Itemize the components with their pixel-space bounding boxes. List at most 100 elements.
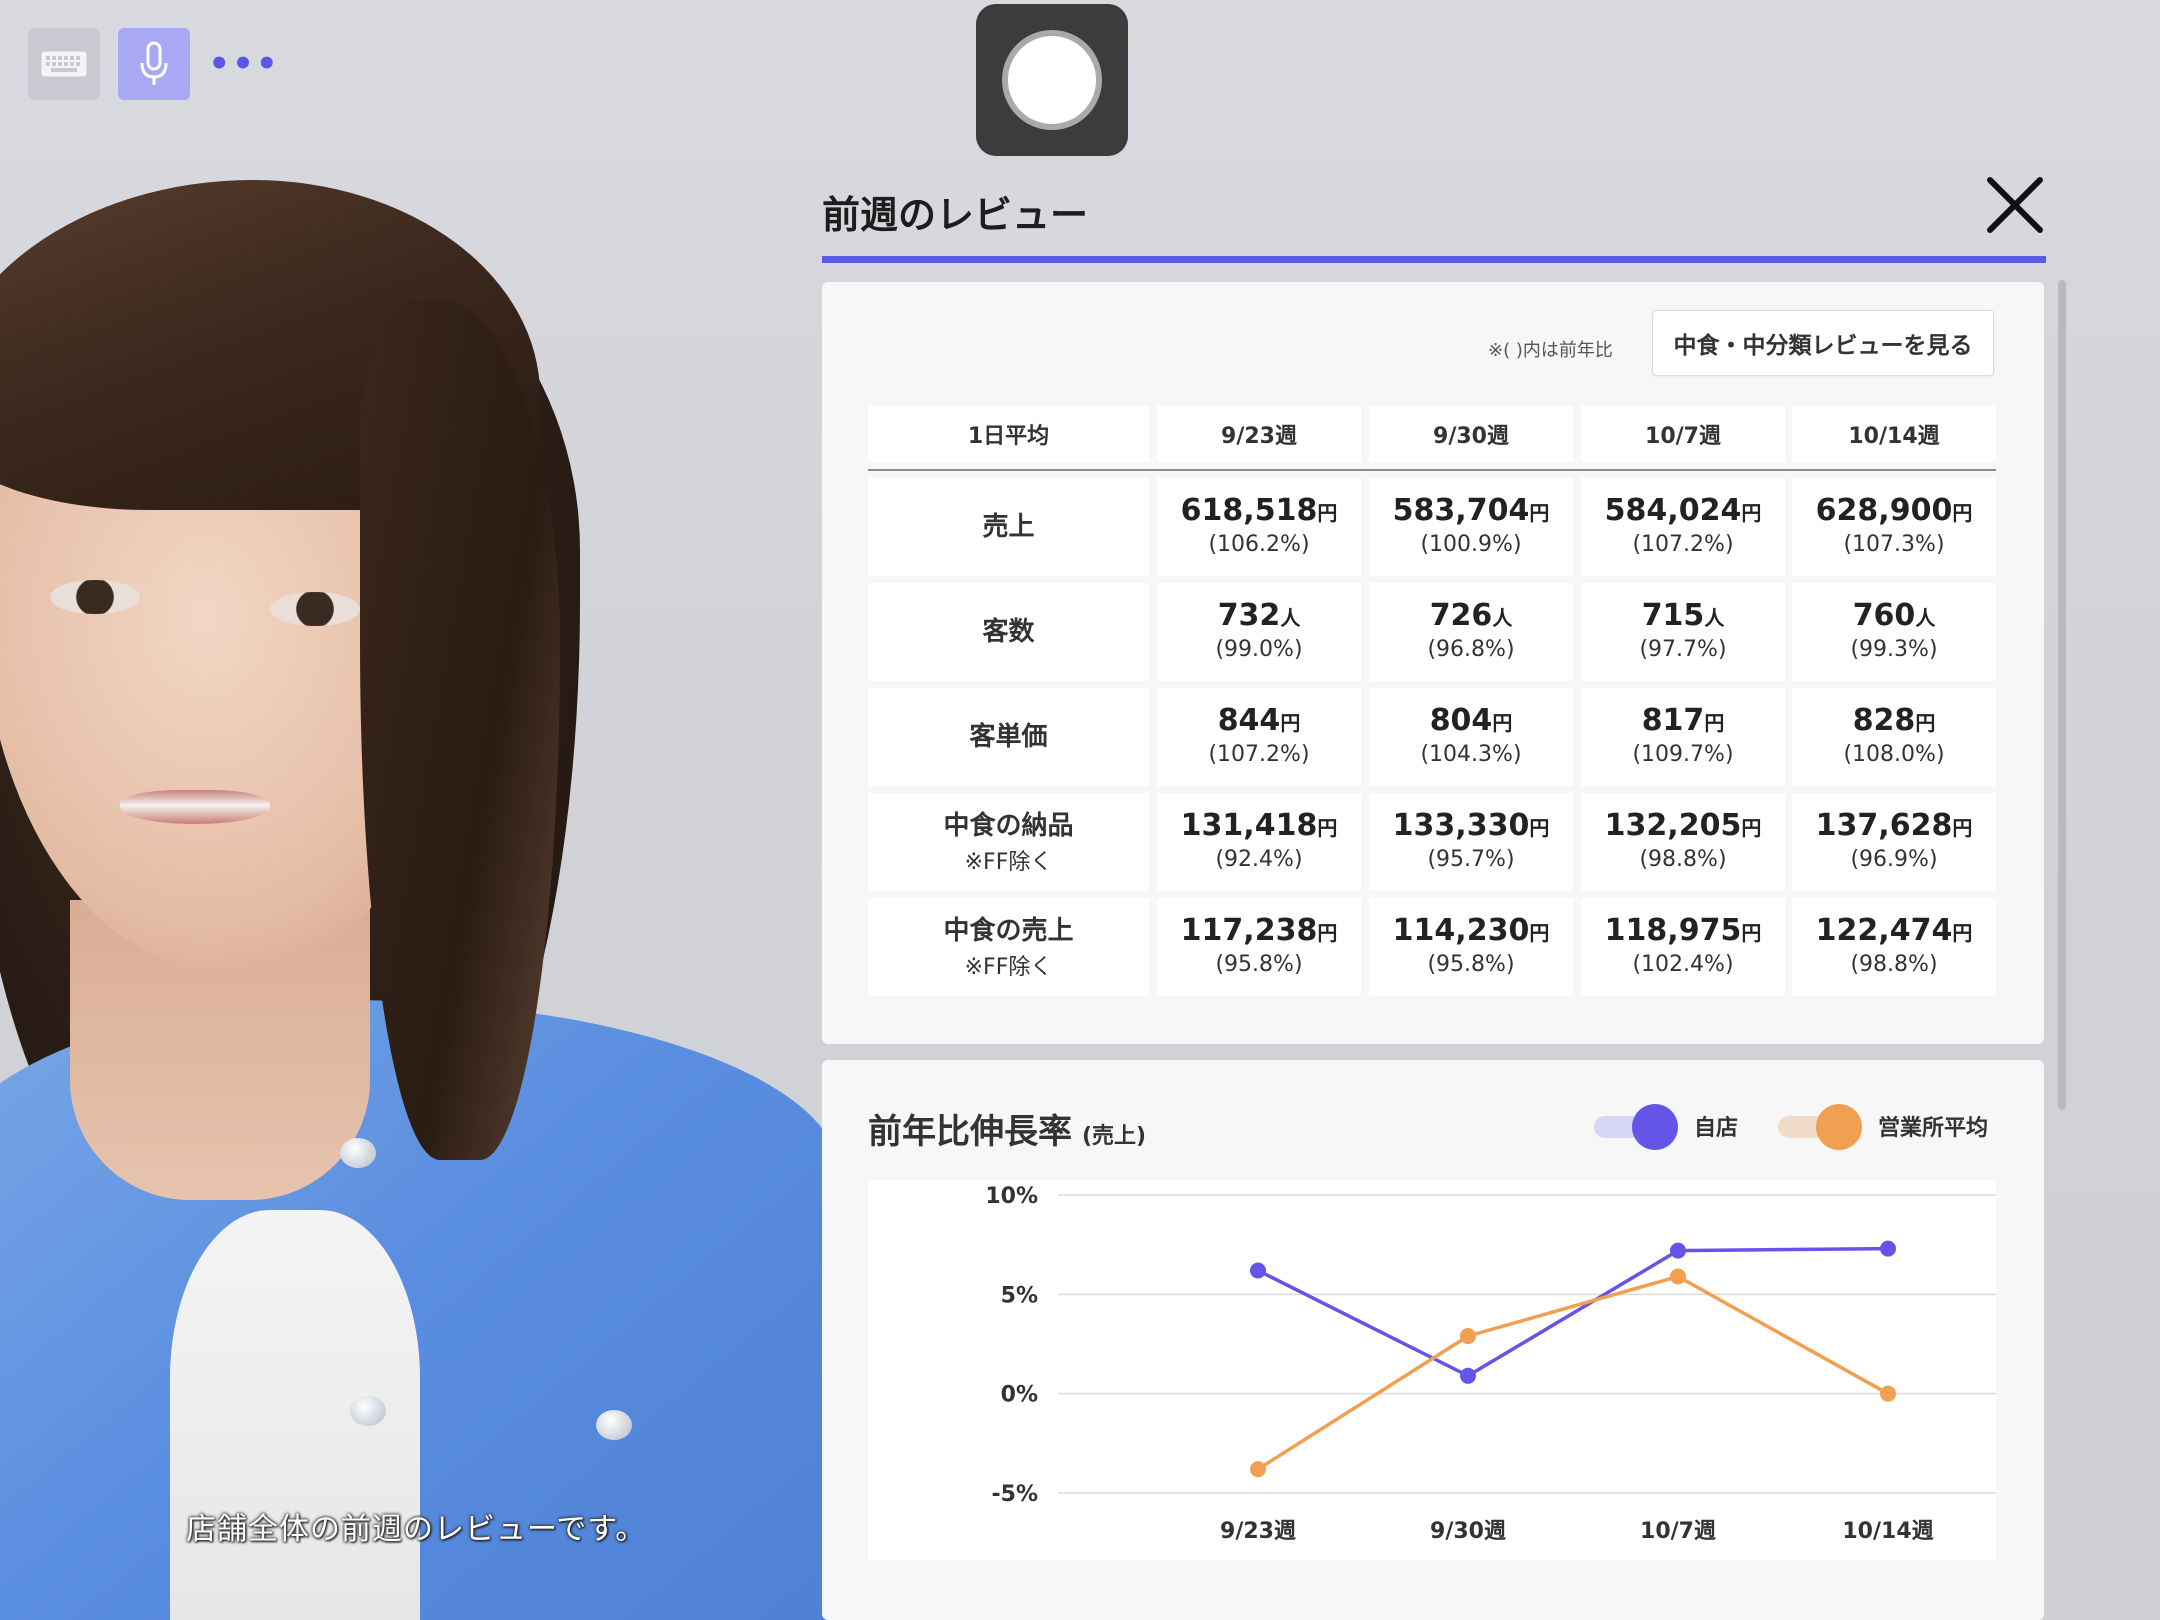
chart-title: 前年比伸長率 (売上)	[868, 1104, 1146, 1153]
value-number: 131,418	[1180, 808, 1318, 843]
value-line: 628,900円	[1816, 493, 1973, 529]
value-number: 726	[1429, 598, 1493, 633]
value-unit: 人	[1492, 606, 1513, 630]
value-number: 584,024	[1604, 493, 1742, 528]
value-number: 715	[1641, 598, 1705, 633]
x-tick-label: 9/30週	[1430, 1519, 1506, 1544]
microphone-icon	[140, 41, 168, 85]
value-cell: 583,704円 (100.9%)	[1369, 478, 1573, 576]
row-label-cell: 中食の売上 ※FF除く	[868, 898, 1149, 996]
column-header: 9/23週	[1157, 406, 1361, 462]
keyboard-button[interactable]	[28, 28, 100, 100]
record-icon	[1002, 30, 1102, 130]
value-unit: 円	[1952, 501, 1973, 525]
chart-title-text: 前年比伸長率	[868, 1112, 1072, 1152]
close-icon	[1987, 177, 2043, 233]
value-number: 828	[1852, 703, 1916, 738]
avatar-left-eye	[50, 580, 140, 614]
year-over-year-ratio: (104.3%)	[1420, 742, 1522, 767]
value-line: 726人	[1430, 598, 1513, 634]
value-cell: 726人 (96.8%)	[1369, 583, 1573, 681]
value-unit: 円	[1952, 816, 1973, 840]
subcategory-review-button[interactable]: 中食・中分類レビューを見る	[1652, 310, 1994, 376]
column-header-label: 9/30週	[1433, 424, 1509, 449]
value-number: 117,238	[1180, 913, 1318, 948]
value-cell: 618,518円 (106.2%)	[1157, 478, 1361, 576]
value-line: 732人	[1218, 598, 1301, 634]
row-label-cell: 中食の納品 ※FF除く	[868, 793, 1149, 891]
jacket-button	[340, 1138, 376, 1168]
year-over-year-ratio: (96.8%)	[1427, 637, 1515, 662]
y-tick-label: -5%	[992, 1482, 1038, 1507]
jacket-button	[350, 1396, 386, 1426]
year-over-year-ratio: (95.8%)	[1215, 952, 1303, 977]
weekly-review-card: ※( )内は前年比 中食・中分類レビューを見る 1日平均 9/23週 9/30週 10…	[822, 282, 2044, 1044]
corner-header-label: 1日平均	[967, 424, 1050, 449]
chart-plot: 10% 5% 0% -5% 9/23週 9/30週 10/7週 10/14週	[868, 1180, 1996, 1560]
year-over-year-ratio: (107.3%)	[1843, 532, 1945, 557]
record-button[interactable]	[976, 4, 1128, 156]
year-over-year-ratio: (106.2%)	[1208, 532, 1310, 557]
column-header: 10/14週	[1792, 406, 1996, 462]
panel-title: 前週のレビュー	[822, 193, 1089, 237]
x-tick-label: 10/14週	[1842, 1519, 1933, 1544]
value-unit: 円	[1280, 711, 1301, 735]
year-over-year-ratio: (109.7%)	[1632, 742, 1734, 767]
office-average-toggle[interactable]	[1778, 1104, 1862, 1150]
value-number: 132,205	[1604, 808, 1742, 843]
year-over-year-ratio: (108.0%)	[1843, 742, 1945, 767]
value-unit: 円	[1317, 921, 1338, 945]
year-over-year-ratio: (97.7%)	[1639, 637, 1727, 662]
year-over-year-ratio: (96.9%)	[1850, 847, 1938, 872]
value-unit: 円	[1741, 921, 1762, 945]
avatar-mouth	[120, 790, 270, 824]
value-number: 732	[1217, 598, 1281, 633]
own-store-toggle[interactable]	[1594, 1104, 1678, 1150]
value-cell: 828円 (108.0%)	[1792, 688, 1996, 786]
title-underline	[822, 256, 2046, 263]
value-number: 137,628	[1815, 808, 1953, 843]
close-button[interactable]	[1980, 170, 2050, 240]
value-number: 122,474	[1815, 913, 1953, 948]
line-chart: 10% 5% 0% -5% 9/23週 9/30週 10/7週 10/14週	[985, 1184, 1996, 1544]
value-unit: 人	[1704, 606, 1725, 630]
row-label-cell: 客単価	[868, 688, 1149, 786]
table-corner-header: 1日平均	[868, 406, 1149, 462]
row-label: 中食の売上	[943, 916, 1074, 946]
value-cell: 584,024円 (107.2%)	[1581, 478, 1785, 576]
growth-chart-card: 前年比伸長率 (売上) 自店 営業所平均 10% 5% 0% -5% 9/23週 9/30週…	[822, 1060, 2044, 1620]
value-line: 817円	[1642, 703, 1725, 739]
column-header-label: 9/23週	[1221, 424, 1297, 449]
value-unit: 円	[1741, 501, 1762, 525]
legend-item-own-store[interactable]: 自店	[1594, 1104, 1738, 1150]
value-line: 122,474円	[1816, 913, 1973, 949]
row-label: 客単価	[969, 722, 1048, 752]
value-unit: 円	[1704, 711, 1725, 735]
panel-scrollbar[interactable]	[2058, 280, 2066, 1110]
row-label: 売上	[982, 512, 1035, 542]
value-line: 804円	[1430, 703, 1513, 739]
speech-subtitle: 店舗全体の前週のレビューです。	[186, 1512, 647, 1547]
value-cell: 114,230円 (95.8%)	[1369, 898, 1573, 996]
microphone-button[interactable]	[118, 28, 190, 100]
value-line: 131,418円	[1181, 808, 1338, 844]
y-tick-label: 10%	[985, 1184, 1038, 1209]
value-unit: 円	[1317, 816, 1338, 840]
header-divider	[868, 469, 1996, 471]
value-number: 118,975	[1604, 913, 1742, 948]
value-line: 117,238円	[1181, 913, 1338, 949]
value-line: 132,205円	[1605, 808, 1762, 844]
ratio-note: ※( )内は前年比	[1488, 340, 1613, 361]
year-over-year-ratio: (95.8%)	[1427, 952, 1515, 977]
more-options-button[interactable]: •••	[208, 44, 277, 84]
row-label-cell: 客数	[868, 583, 1149, 681]
value-number: 817	[1641, 703, 1705, 738]
value-unit: 円	[1529, 501, 1550, 525]
value-cell: 804円 (104.3%)	[1369, 688, 1573, 786]
value-cell: 760人 (99.3%)	[1792, 583, 1996, 681]
keyboard-icon	[41, 51, 87, 77]
value-line: 133,330円	[1393, 808, 1550, 844]
legend-item-office-average[interactable]: 営業所平均	[1778, 1104, 1988, 1150]
series-line-1	[1257, 1274, 1889, 1471]
avatar-scene	[0, 0, 840, 1620]
